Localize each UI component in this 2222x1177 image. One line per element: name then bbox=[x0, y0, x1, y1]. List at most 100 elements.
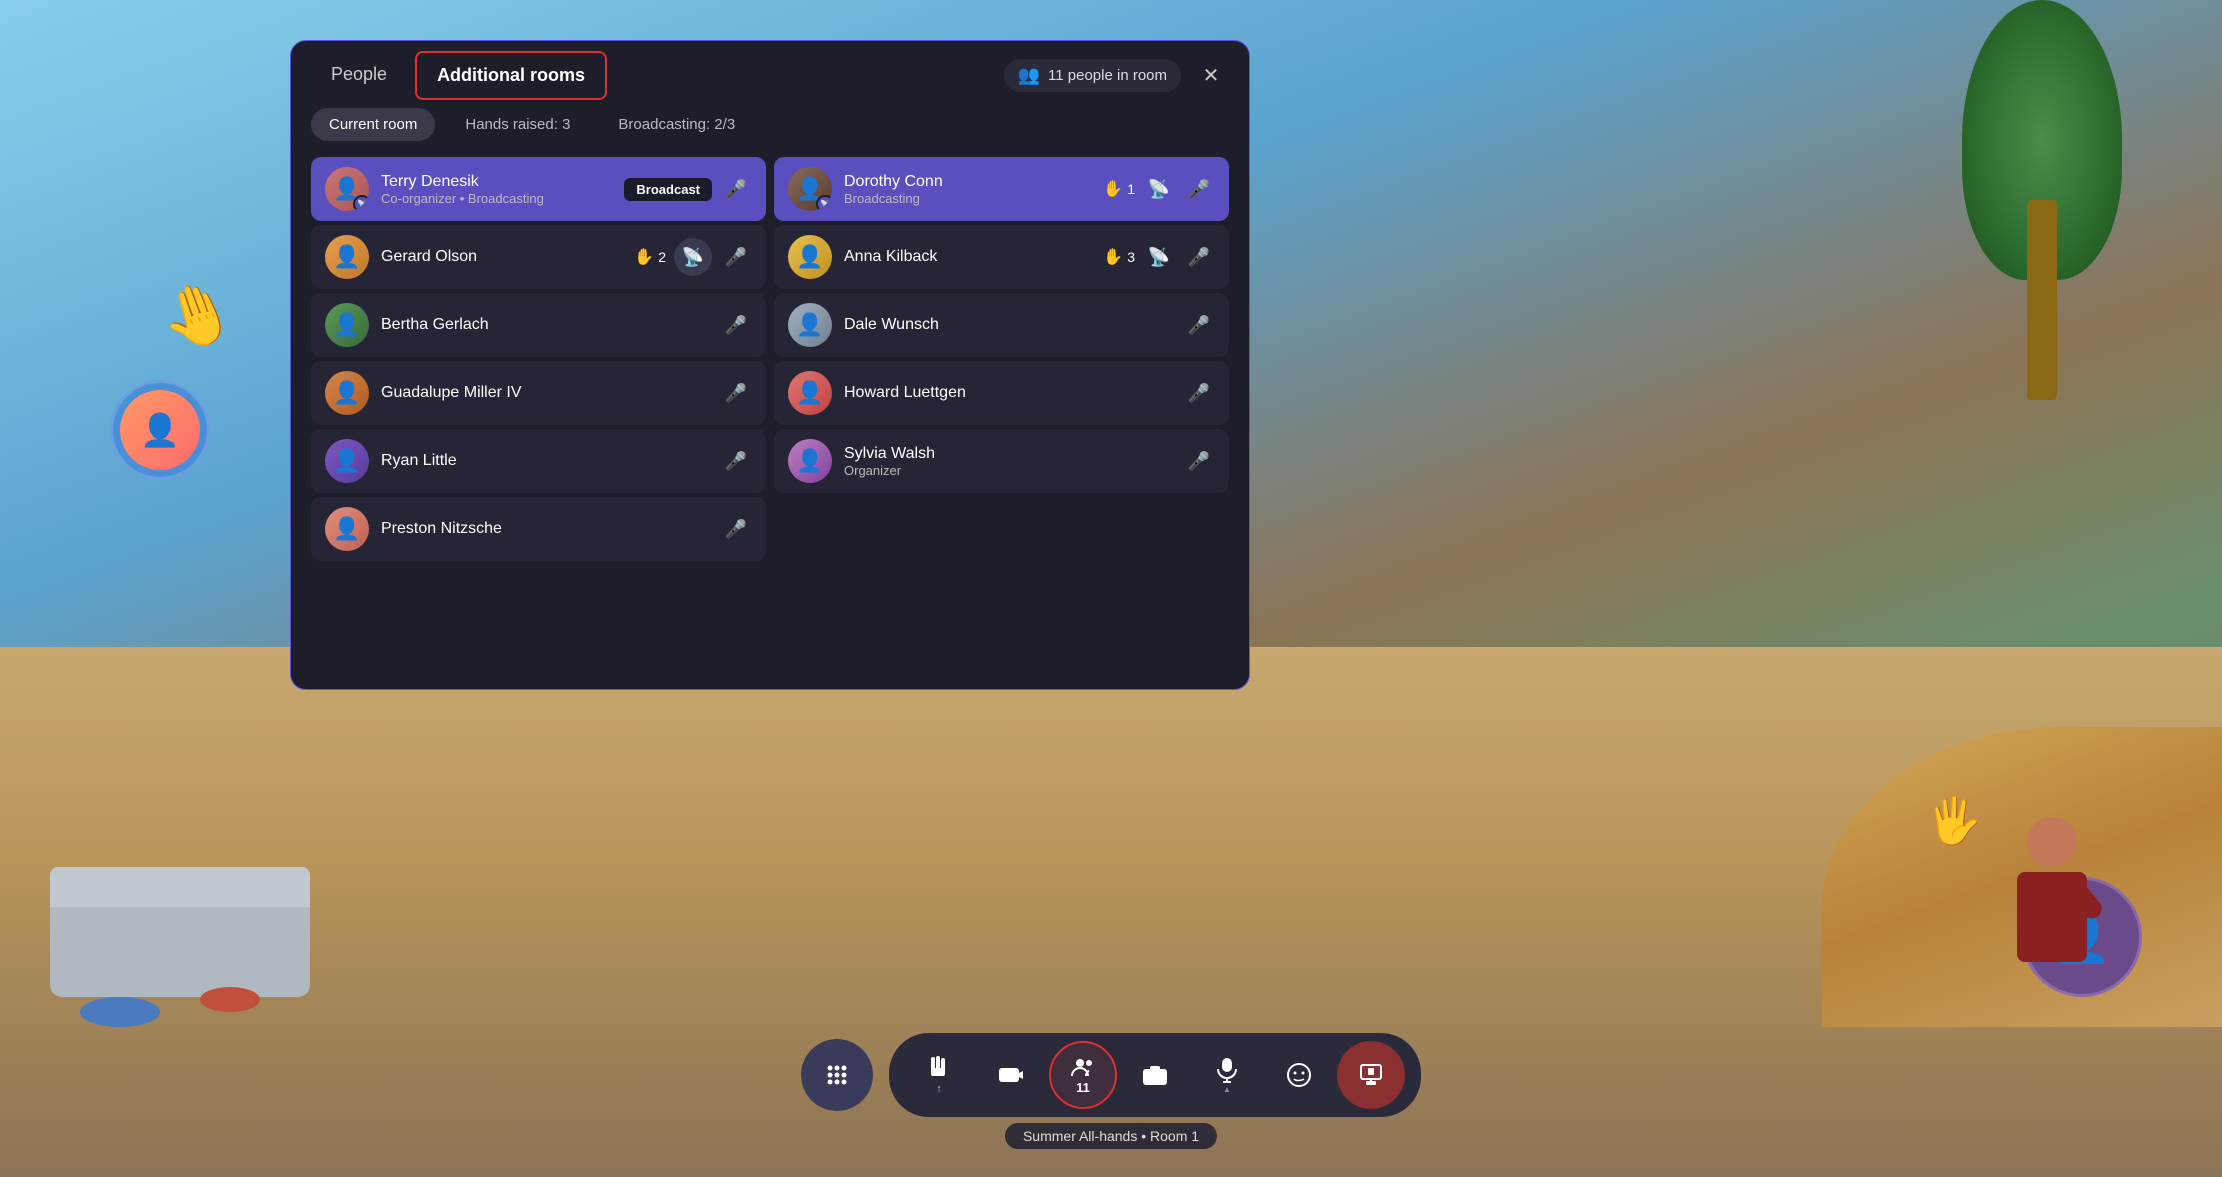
dots-grid-button[interactable] bbox=[801, 1039, 873, 1111]
person-info-dale: Dale Wunsch bbox=[844, 316, 1171, 334]
people-count-badge: 👥 11 people in room bbox=[1004, 59, 1181, 92]
person-name-ryan: Ryan Little bbox=[381, 452, 708, 470]
person-actions-gerard: ✋ 2 📡 🎤 bbox=[634, 238, 752, 276]
mic-icon-ryan[interactable]: 🎤 bbox=[720, 445, 752, 477]
waving-hand-right-decoration: 🖐️ bbox=[1926, 794, 1982, 847]
person-row-sylvia[interactable]: 👤 Sylvia Walsh Organizer 🎤 bbox=[774, 429, 1229, 493]
person-name-howard: Howard Luettgen bbox=[844, 384, 1171, 402]
person-name-preston: Preston Nitzsche bbox=[381, 520, 708, 538]
hand-count-anna: ✋ 3 bbox=[1103, 247, 1135, 267]
person-row-preston[interactable]: 👤 Preston Nitzsche 🎤 bbox=[311, 497, 766, 561]
person-info-terry: Terry Denesik Co-organizer • Broadcastin… bbox=[381, 173, 612, 206]
person-actions-anna: ✋ 3 📡 🎤 bbox=[1103, 241, 1215, 273]
tab-people[interactable]: People bbox=[311, 52, 407, 99]
broadcast-icon-anna[interactable]: 📡 bbox=[1143, 241, 1175, 273]
person-actions-guadalupe: 🎤 bbox=[720, 377, 752, 409]
mic-icon-preston[interactable]: 🎤 bbox=[720, 513, 752, 545]
share-broadcast-button[interactable] bbox=[1337, 1041, 1405, 1109]
person-row-bertha[interactable]: 👤 Bertha Gerlach 🎤 bbox=[311, 293, 766, 357]
microphone-button[interactable]: ▲ bbox=[1193, 1041, 1261, 1109]
avatar-dale: 👤 bbox=[788, 303, 832, 347]
person-actions-terry: Broadcast 🎤 bbox=[624, 173, 752, 205]
mic-icon-gerard[interactable]: 🎤 bbox=[720, 241, 752, 273]
hand-count-value-gerard: 2 bbox=[658, 249, 666, 265]
mic-icon-terry[interactable]: 🎤 bbox=[720, 173, 752, 205]
person-row-gerard[interactable]: 👤 Gerard Olson ✋ 2 📡 🎤 bbox=[311, 225, 766, 289]
tab-bar-right: 👥 11 people in room ✕ bbox=[1004, 58, 1229, 94]
couch bbox=[50, 897, 310, 997]
mic-off-icon-dale[interactable]: 🎤 bbox=[1183, 309, 1215, 341]
person-actions-dorothy: ✋ 1 📡 🎤 bbox=[1103, 173, 1215, 205]
hand-count-gerard: ✋ 2 bbox=[634, 247, 666, 267]
person-info-preston: Preston Nitzsche bbox=[381, 520, 708, 538]
avatar-terry: 👤 📡 bbox=[325, 167, 369, 211]
person-name-dale: Dale Wunsch bbox=[844, 316, 1171, 334]
person-name-gerard: Gerard Olson bbox=[381, 248, 622, 266]
person-row-howard[interactable]: 👤 Howard Luettgen 🎤 bbox=[774, 361, 1229, 425]
content-area: 👤 📡 Terry Denesik Co-organizer • Broadca… bbox=[291, 149, 1249, 689]
person-row-anna[interactable]: 👤 Anna Kilback ✋ 3 📡 🎤 bbox=[774, 225, 1229, 289]
tree-right bbox=[1942, 0, 2142, 400]
snapshot-button[interactable] bbox=[1121, 1041, 1189, 1109]
close-button[interactable]: ✕ bbox=[1193, 58, 1229, 94]
filter-current-room[interactable]: Current room bbox=[311, 108, 435, 141]
mic-off-icon-bertha[interactable]: 🎤 bbox=[720, 309, 752, 341]
couch-area bbox=[20, 797, 320, 997]
person-info-sylvia: Sylvia Walsh Organizer bbox=[844, 445, 1171, 478]
hand-count-value-dorothy: 1 bbox=[1127, 181, 1135, 197]
waving-hand-left-decoration: 🤚 bbox=[150, 269, 244, 361]
avatar-guadalupe: 👤 bbox=[325, 371, 369, 415]
broadcast-icon-dorothy[interactable]: 📡 bbox=[1143, 173, 1175, 205]
person-row-dale[interactable]: 👤 Dale Wunsch 🎤 bbox=[774, 293, 1229, 357]
avatar-sylvia: 👤 bbox=[788, 439, 832, 483]
people-count-text: 11 people in room bbox=[1048, 67, 1167, 84]
person-info-dorothy: Dorothy Conn Broadcasting bbox=[844, 173, 1091, 206]
avatar-broadcast-badge-dorothy: 📡 bbox=[816, 195, 832, 211]
tab-additional-rooms[interactable]: Additional rooms bbox=[415, 51, 607, 100]
avatar-preston: 👤 bbox=[325, 507, 369, 551]
person-row-dorothy[interactable]: 👤 📡 Dorothy Conn Broadcasting ✋ 1 📡 🎤 bbox=[774, 157, 1229, 221]
person-row-ryan[interactable]: 👤 Ryan Little 🎤 bbox=[311, 429, 766, 493]
avatar-dorothy: 👤 📡 bbox=[788, 167, 832, 211]
toolbar-main: ↑ 11 bbox=[889, 1033, 1421, 1117]
emoji-react-button[interactable] bbox=[1265, 1041, 1333, 1109]
person-role-sylvia: Organizer bbox=[844, 463, 1171, 478]
mic-icon-anna[interactable]: 🎤 bbox=[1183, 241, 1215, 273]
person-actions-ryan: 🎤 bbox=[720, 445, 752, 477]
person-name-anna: Anna Kilback bbox=[844, 248, 1091, 266]
person-actions-preston: 🎤 bbox=[720, 513, 752, 545]
person-name-dorothy: Dorothy Conn bbox=[844, 173, 1091, 191]
person-info-howard: Howard Luettgen bbox=[844, 384, 1171, 402]
cushion-blue bbox=[80, 997, 160, 1027]
person-row-terry[interactable]: 👤 📡 Terry Denesik Co-organizer • Broadca… bbox=[311, 157, 766, 221]
filter-bar: Current room Hands raised: 3 Broadcastin… bbox=[291, 100, 1249, 149]
camera-button[interactable] bbox=[977, 1041, 1045, 1109]
right-column: 👤 📡 Dorothy Conn Broadcasting ✋ 1 📡 🎤 bbox=[770, 157, 1233, 673]
filter-hands-raised[interactable]: Hands raised: 3 bbox=[447, 108, 588, 141]
filter-broadcasting[interactable]: Broadcasting: 2/3 bbox=[600, 108, 753, 141]
avatar-left-circle: 👤 bbox=[110, 380, 210, 480]
mic-off-icon-sylvia[interactable]: 🎤 bbox=[1183, 445, 1215, 477]
avatar-broadcast-badge-terry: 📡 bbox=[353, 195, 369, 211]
broadcast-icon-gerard[interactable]: 📡 bbox=[674, 238, 712, 276]
person-info-bertha: Bertha Gerlach bbox=[381, 316, 708, 334]
tab-bar: People Additional rooms 👥 11 people in r… bbox=[291, 41, 1249, 100]
person-actions-howard: 🎤 bbox=[1183, 377, 1215, 409]
bottom-toolbar: ↑ 11 bbox=[801, 1033, 1421, 1117]
raise-hand-label: ↑ bbox=[936, 1083, 942, 1095]
mic-icon-guadalupe[interactable]: 🎤 bbox=[720, 377, 752, 409]
person-role-dorothy: Broadcasting bbox=[844, 191, 1091, 206]
main-panel: People Additional rooms 👥 11 people in r… bbox=[290, 40, 1250, 690]
person-info-gerard: Gerard Olson bbox=[381, 248, 622, 266]
person-info-guadalupe: Guadalupe Miller IV bbox=[381, 384, 708, 402]
mic-icon-dorothy[interactable]: 🎤 bbox=[1183, 173, 1215, 205]
person-name-guadalupe: Guadalupe Miller IV bbox=[381, 384, 708, 402]
person-right-head bbox=[2027, 817, 2077, 867]
avatar-anna: 👤 bbox=[788, 235, 832, 279]
raise-hand-button[interactable]: ↑ bbox=[905, 1041, 973, 1109]
left-column: 👤 📡 Terry Denesik Co-organizer • Broadca… bbox=[307, 157, 770, 673]
mic-icon-howard[interactable]: 🎤 bbox=[1183, 377, 1215, 409]
person-row-guadalupe[interactable]: 👤 Guadalupe Miller IV 🎤 bbox=[311, 361, 766, 425]
people-count-button[interactable]: 11 bbox=[1049, 1041, 1117, 1109]
person-actions-bertha: 🎤 bbox=[720, 309, 752, 341]
